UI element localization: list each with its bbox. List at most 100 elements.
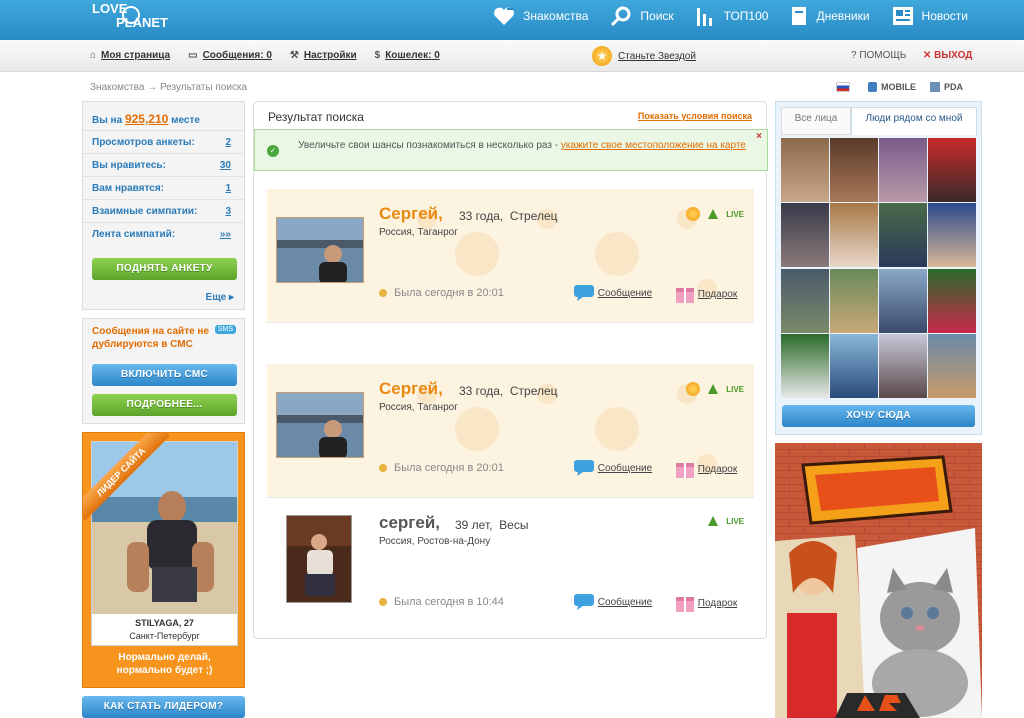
status-dot-icon [379, 464, 387, 472]
nearby-photo[interactable] [830, 268, 878, 333]
nav-diaries[interactable]: Дневники [790, 0, 870, 32]
banner-artwork [775, 443, 982, 718]
live-badge[interactable]: LIVE [726, 210, 744, 219]
photo-battles-banner[interactable] [775, 443, 982, 718]
stat-views[interactable]: Просмотров анкеты: 2 [92, 137, 231, 148]
nearby-photo[interactable] [830, 138, 878, 202]
nearby-photo[interactable] [928, 203, 976, 268]
show-conditions-link[interactable]: Показать условия поиска [638, 111, 752, 121]
chat-icon [574, 594, 594, 610]
set-location-link[interactable]: укажите свое местоположение на карте [561, 140, 746, 151]
last-seen: Была сегодня в 10:44 [379, 596, 504, 608]
live-badge[interactable]: LIVE [726, 385, 744, 394]
profile-photo[interactable] [276, 217, 364, 283]
sms-badge: SMS [214, 325, 236, 334]
star-icon[interactable] [686, 382, 701, 396]
message-link[interactable]: Сообщение [573, 593, 652, 611]
check-icon: ✓ [267, 145, 279, 157]
subnav-wallet[interactable]: $ Кошелек: 0 [375, 50, 440, 61]
status-dot-icon [379, 289, 387, 297]
last-seen: Была сегодня в 20:01 [379, 462, 504, 474]
star-icon[interactable] [686, 207, 701, 221]
help-link[interactable]: ? ПОМОЩЬ [851, 50, 906, 61]
rank-value[interactable]: 925,210 [125, 112, 168, 126]
profile-badges: LIVE [686, 207, 744, 221]
nearby-photo[interactable] [830, 333, 878, 398]
exit-link[interactable]: ✕ ВЫХОД [923, 50, 972, 61]
stat-mutual[interactable]: Взаимные симпатии: 3 [92, 206, 231, 217]
profile-name[interactable]: Сергей, [379, 379, 443, 399]
profile-age-sign: 33 года, Стрелец [459, 209, 558, 223]
location-notice: ✓ Увеличьте свои шансы познакомиться в н… [254, 129, 768, 171]
nav-news[interactable]: Новости [892, 0, 968, 32]
message-link[interactable]: Сообщение [573, 459, 652, 477]
profile-location: Россия, Ростов-на-Дону [379, 536, 491, 547]
result-card: Сергей, 33 года, Стрелец Россия, Таганро… [267, 364, 754, 498]
profile-photo[interactable] [276, 392, 364, 458]
arrow-up-icon[interactable] [708, 516, 719, 526]
profile-location: Россия, Таганрог [379, 227, 458, 238]
speech-bubble-icon: ▭ [188, 50, 198, 61]
nearby-photo[interactable] [928, 138, 976, 202]
gift-link[interactable]: Подарок [675, 459, 737, 479]
stat-liked-by[interactable]: Вы нравитесь: 30 [92, 160, 231, 171]
nearby-photo[interactable] [928, 268, 976, 333]
profile-location: Россия, Таганрог [379, 402, 458, 413]
nearby-photo[interactable] [928, 333, 976, 398]
leader-city: Санкт-Петербург [129, 631, 200, 641]
nearby-photo[interactable] [781, 268, 829, 333]
subnav-settings[interactable]: ⚒ Настройки [290, 50, 357, 61]
nearby-photo[interactable] [879, 268, 927, 333]
divider [83, 130, 244, 131]
pda-link[interactable]: PDA [944, 82, 963, 92]
results-title: Результат поиска [268, 110, 364, 124]
nav-search[interactable]: Поиск [610, 0, 674, 32]
sub-bar: ⌂ Моя страница ▭ Сообщения: 0 ⚒ Настройки $… [0, 40, 1024, 72]
chat-icon [574, 460, 594, 476]
nearby-photo[interactable] [781, 203, 829, 268]
nearby-photo[interactable] [830, 203, 878, 268]
enable-sms-button[interactable]: ВКЛЮЧИТЬ СМС [92, 364, 237, 386]
mobile-link[interactable]: MOBILE [881, 82, 916, 92]
logo[interactable]: LOVE PLANET [92, 2, 168, 30]
arrow-up-icon[interactable] [708, 384, 719, 394]
profile-photo[interactable] [286, 515, 352, 603]
gift-link[interactable]: Подарок [675, 593, 737, 613]
live-badge[interactable]: LIVE [726, 517, 744, 526]
tab-people-nearby[interactable]: Люди рядом со мной [851, 107, 977, 135]
home-icon: ⌂ [90, 50, 97, 61]
more-link[interactable]: Еще ▸ [206, 292, 234, 303]
nearby-photo[interactable] [781, 333, 829, 398]
stat-you-like[interactable]: Вам нравятся: 1 [92, 183, 231, 194]
stat-feed[interactable]: Лента симпатий:»» [92, 229, 231, 240]
become-star-link[interactable]: ★ Станьте Звездой [592, 46, 696, 66]
subnav-messages[interactable]: ▭ Сообщения: 0 [188, 50, 272, 61]
details-button[interactable]: ПОДРОБНЕЕ... [92, 394, 237, 416]
nav-top100[interactable]: ТОП100 [696, 0, 768, 32]
subnav-my-page[interactable]: ⌂ Моя страница [90, 50, 170, 61]
divider [83, 153, 244, 154]
result-card: Сергей, 33 года, Стрелец Россия, Таганро… [267, 189, 754, 323]
globe-heart-icon [122, 6, 140, 24]
status-dot-icon [379, 598, 387, 606]
russian-flag-icon[interactable] [836, 82, 850, 92]
nearby-photo[interactable] [879, 333, 927, 398]
message-link[interactable]: Сообщение [573, 284, 652, 302]
wrench-icon: ⚒ [289, 50, 299, 61]
profile-name[interactable]: сергей, [379, 513, 440, 533]
nearby-photo[interactable] [879, 203, 927, 268]
nearby-photo[interactable] [781, 138, 829, 202]
how-to-become-leader-button[interactable]: КАК СТАТЬ ЛИДЕРОМ? [82, 696, 245, 718]
nearby-photo[interactable] [879, 138, 927, 202]
tab-all-faces[interactable]: Все лица [781, 107, 851, 135]
nav-dating[interactable]: Знакомства [493, 0, 588, 32]
stats-panel: Вы на 925,210 месте Просмотров анкеты: 2 … [82, 101, 245, 310]
profile-name[interactable]: Сергей, [379, 204, 443, 224]
want-here-button[interactable]: ХОЧУ СЮДА [782, 405, 975, 427]
site-leader-panel: STILYAGA, 27 Санкт-Петербург ЛИДЕР САЙТА… [82, 432, 245, 688]
close-icon[interactable]: × [756, 131, 762, 142]
gift-link[interactable]: Подарок [675, 284, 737, 304]
leader-name[interactable]: STILYAGA, 27 [92, 618, 237, 628]
arrow-up-icon[interactable] [708, 209, 719, 219]
raise-profile-button[interactable]: ПОДНЯТЬ АНКЕТУ [92, 258, 237, 280]
